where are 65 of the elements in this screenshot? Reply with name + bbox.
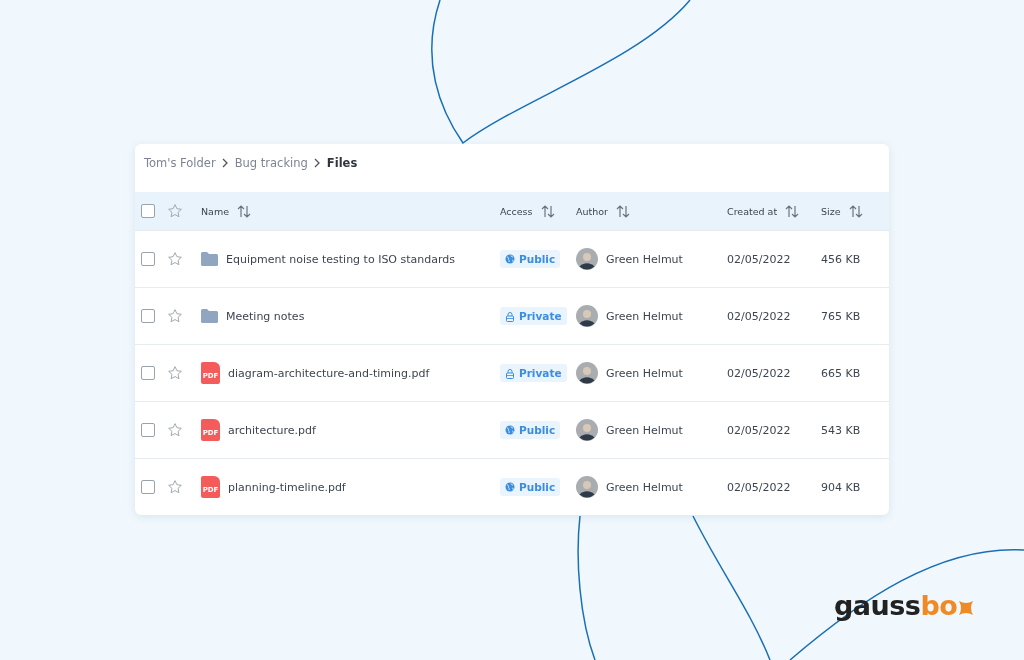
lock-icon bbox=[505, 367, 515, 379]
checkbox[interactable] bbox=[141, 204, 155, 218]
file-name[interactable]: diagram-architecture-and-timing.pdf bbox=[228, 366, 430, 380]
globe-icon bbox=[505, 254, 515, 264]
checkbox[interactable] bbox=[141, 366, 155, 380]
sort-icon[interactable] bbox=[237, 204, 252, 218]
star-icon[interactable] bbox=[167, 365, 183, 381]
avatar-icon bbox=[576, 248, 598, 270]
created-date: 02/05/2022 bbox=[727, 480, 791, 494]
sort-icon[interactable] bbox=[848, 204, 863, 218]
file-name[interactable]: Equipment noise testing to ISO standards bbox=[226, 252, 456, 266]
file-size: 456 KB bbox=[821, 252, 861, 266]
created-date: 02/05/2022 bbox=[727, 366, 791, 380]
created-date: 02/05/2022 bbox=[727, 252, 791, 266]
breadcrumb-link[interactable]: Tom's Folder bbox=[144, 156, 216, 170]
breadcrumb-link[interactable]: Bug tracking bbox=[234, 156, 308, 170]
sort-icon[interactable] bbox=[540, 204, 555, 218]
access-badge: Public bbox=[500, 250, 561, 268]
file-name[interactable]: planning-timeline.pdf bbox=[228, 480, 346, 494]
sort-icon[interactable] bbox=[785, 204, 800, 218]
folder-icon bbox=[201, 252, 218, 266]
author-name: Green Helmut bbox=[606, 480, 683, 494]
breadcrumb-link[interactable]: Files bbox=[326, 156, 358, 170]
column-header[interactable]: Access bbox=[500, 205, 533, 217]
author-name: Green Helmut bbox=[606, 366, 683, 380]
star-icon[interactable] bbox=[167, 203, 183, 219]
author-name: Green Helmut bbox=[606, 423, 683, 437]
avatar-icon bbox=[576, 362, 598, 384]
file-size: 543 KB bbox=[821, 423, 861, 437]
star-icon[interactable] bbox=[167, 479, 183, 495]
author-name: Green Helmut bbox=[606, 309, 683, 323]
avatar-icon bbox=[576, 476, 598, 498]
file-name[interactable]: Meeting notes bbox=[226, 309, 305, 323]
column-header[interactable]: Author bbox=[576, 205, 608, 217]
star-icon[interactable] bbox=[167, 251, 183, 267]
avatar-icon bbox=[576, 419, 598, 441]
star-icon[interactable] bbox=[167, 308, 183, 324]
chevron-right-icon bbox=[221, 158, 229, 168]
lock-icon bbox=[505, 310, 515, 322]
checkbox[interactable] bbox=[141, 423, 155, 437]
globe-icon bbox=[505, 425, 515, 435]
star-icon[interactable] bbox=[167, 422, 183, 438]
checkbox[interactable] bbox=[141, 252, 155, 266]
access-badge: Private bbox=[500, 307, 567, 325]
author-name: Green Helmut bbox=[606, 252, 683, 266]
column-header[interactable]: Name bbox=[201, 205, 230, 217]
logo-x-icon bbox=[957, 599, 976, 617]
access-badge: Public bbox=[500, 421, 561, 439]
chevron-right-icon bbox=[313, 158, 321, 168]
column-header[interactable]: Created at bbox=[727, 205, 778, 217]
checkbox[interactable] bbox=[141, 309, 155, 323]
folder-icon bbox=[201, 309, 218, 323]
created-date: 02/05/2022 bbox=[727, 309, 791, 323]
file-name[interactable]: architecture.pdf bbox=[228, 423, 316, 437]
checkbox[interactable] bbox=[141, 480, 155, 494]
file-size: 904 KB bbox=[821, 480, 861, 494]
globe-icon bbox=[505, 482, 515, 492]
avatar-icon bbox=[576, 305, 598, 327]
access-badge: Private bbox=[500, 364, 567, 382]
access-badge: Public bbox=[500, 478, 561, 496]
sort-icon[interactable] bbox=[616, 204, 630, 218]
column-header[interactable]: Size bbox=[821, 205, 841, 217]
file-size: 665 KB bbox=[821, 366, 861, 380]
created-date: 02/05/2022 bbox=[727, 423, 791, 437]
file-size: 765 KB bbox=[821, 309, 861, 323]
